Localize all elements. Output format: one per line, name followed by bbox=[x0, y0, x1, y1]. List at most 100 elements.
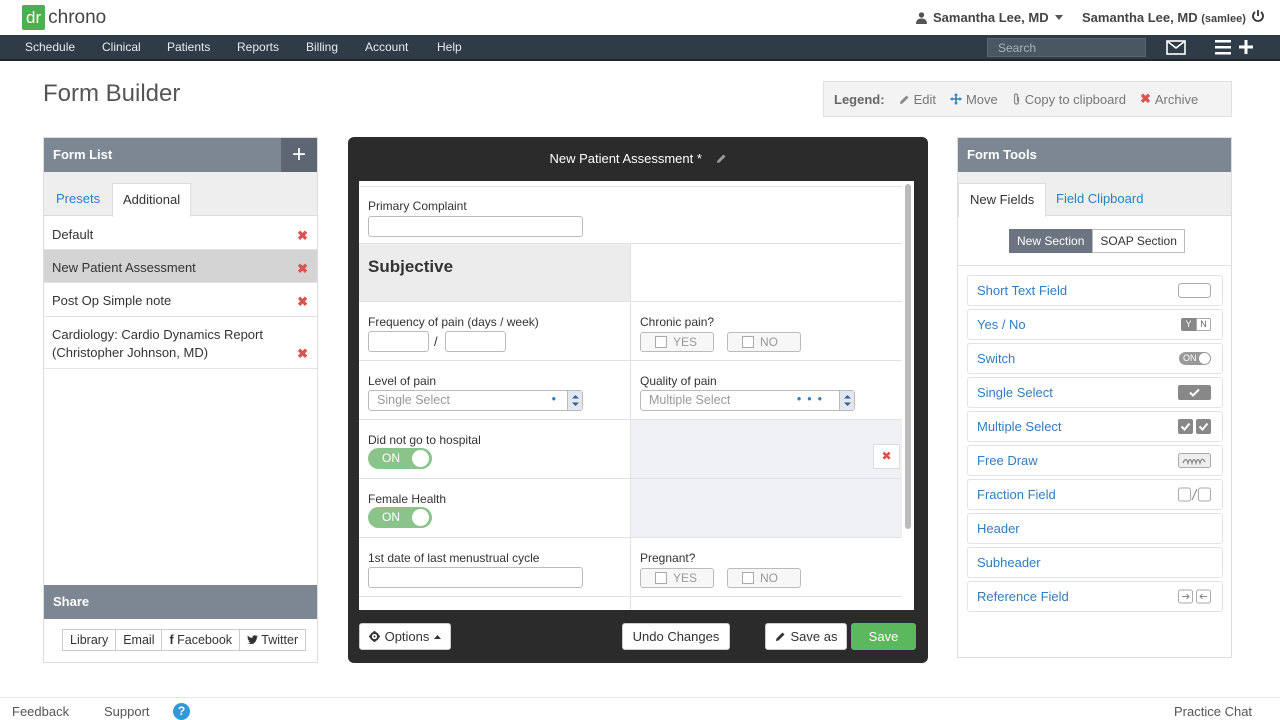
divider bbox=[958, 265, 1231, 266]
tool-short-text-field[interactable]: Short Text Field bbox=[967, 275, 1223, 306]
feedback-link[interactable]: Feedback bbox=[12, 704, 69, 719]
list-item[interactable]: Post Op Simple note ✖ bbox=[44, 283, 317, 317]
form-list-title: Form List bbox=[44, 138, 281, 172]
share-facebook-button[interactable]: f Facebook bbox=[161, 629, 241, 651]
legend-move: Move bbox=[949, 92, 998, 107]
menu-plus-icon[interactable] bbox=[1215, 38, 1253, 56]
undo-changes-button[interactable]: Undo Changes bbox=[622, 623, 730, 650]
form-tools-title: Form Tools bbox=[958, 138, 1231, 172]
nav-schedule[interactable]: Schedule bbox=[25, 40, 75, 54]
select-spinner-icon bbox=[567, 391, 582, 410]
pencil-icon[interactable] bbox=[716, 153, 727, 164]
primary-complaint-label: Primary Complaint bbox=[368, 199, 467, 213]
yes-label: YES bbox=[673, 335, 698, 349]
support-link[interactable]: Support bbox=[104, 704, 150, 719]
delete-x-icon[interactable]: ✖ bbox=[297, 260, 308, 278]
delete-x-icon[interactable]: ✖ bbox=[297, 345, 308, 363]
nav-account[interactable]: Account bbox=[365, 40, 408, 54]
list-item-selected[interactable]: New Patient Assessment ✖ bbox=[44, 250, 317, 283]
gear-icon bbox=[368, 631, 380, 642]
form-tools-tabs: New Fields Field Clipboard bbox=[958, 172, 1231, 217]
share-email-button[interactable]: Email bbox=[115, 629, 163, 651]
switch-on-label: ON bbox=[1183, 353, 1197, 363]
nav-help[interactable]: Help bbox=[437, 40, 462, 54]
level-single-select[interactable]: Single Select • bbox=[368, 390, 583, 411]
primary-complaint-input[interactable] bbox=[368, 216, 583, 237]
nav-billing[interactable]: Billing bbox=[306, 40, 338, 54]
menstrual-date-input[interactable] bbox=[368, 567, 583, 588]
tool-single-select[interactable]: Single Select bbox=[967, 377, 1223, 408]
frequency-denominator-input[interactable] bbox=[445, 331, 506, 352]
top-header: dr chrono Samantha Lee, MD Samantha Lee,… bbox=[0, 0, 1280, 35]
user-menu-label: Samantha Lee, MD bbox=[933, 10, 1049, 25]
tool-multiple-select[interactable]: Multiple Select bbox=[967, 411, 1223, 442]
toggle-knob bbox=[412, 509, 429, 526]
select-spinner-icon bbox=[839, 391, 854, 410]
legend-copy: Copy to clipboard bbox=[1012, 92, 1126, 107]
nav-reports[interactable]: Reports bbox=[237, 40, 279, 54]
practice-chat-link[interactable]: Practice Chat bbox=[1174, 704, 1252, 719]
tool-label: Free Draw bbox=[977, 453, 1038, 468]
footer: Feedback Support ? Practice Chat bbox=[0, 697, 1280, 720]
undo-changes-label: Undo Changes bbox=[632, 629, 720, 644]
list-item[interactable]: Cardiology: Cardio Dynamics Report (Chri… bbox=[44, 317, 317, 369]
scrollbar[interactable] bbox=[905, 184, 911, 529]
user-name: Samantha Lee, MD bbox=[1082, 10, 1198, 25]
delete-x-icon[interactable]: ✖ bbox=[297, 227, 308, 245]
yes-no-y: Y bbox=[1181, 318, 1196, 331]
tab-presets[interactable]: Presets bbox=[46, 183, 110, 217]
frequency-numerator-input[interactable] bbox=[368, 331, 429, 352]
list-item[interactable]: Default ✖ bbox=[44, 217, 317, 250]
form-canvas: Primary Complaint Subjective Frequency o… bbox=[359, 181, 914, 610]
form-row: Subjective bbox=[359, 244, 902, 302]
pregnant-no-checkbox[interactable]: NO bbox=[727, 568, 801, 588]
save-as-button[interactable]: Save as bbox=[765, 623, 847, 650]
female-health-toggle[interactable]: ON bbox=[368, 507, 432, 528]
form-row: Did not go to hospital ON ✖ bbox=[359, 420, 902, 479]
share-library-button[interactable]: Library bbox=[62, 629, 117, 651]
delete-row-button[interactable]: ✖ bbox=[873, 444, 900, 469]
tab-additional[interactable]: Additional bbox=[112, 183, 192, 217]
multiple-select-icon bbox=[1178, 419, 1211, 434]
tool-yes-no[interactable]: Yes / No Y N bbox=[967, 309, 1223, 340]
drchrono-logo[interactable]: dr chrono bbox=[22, 5, 106, 30]
form-tools-panel: Form Tools New Fields Field Clipboard Ne… bbox=[957, 137, 1232, 658]
share-twitter-label: Twitter bbox=[261, 633, 299, 647]
mail-icon[interactable] bbox=[1166, 40, 1186, 55]
tool-fraction-field[interactable]: Fraction Field bbox=[967, 479, 1223, 510]
pregnant-yes-checkbox[interactable]: YES bbox=[640, 568, 714, 588]
tool-subheader[interactable]: Subheader bbox=[967, 547, 1223, 578]
chronic-no-checkbox[interactable]: NO bbox=[727, 332, 801, 352]
logo-dr: dr bbox=[22, 5, 46, 30]
tool-free-draw[interactable]: Free Draw bbox=[967, 445, 1223, 476]
menstrual-label: 1st date of last menustrual cycle bbox=[368, 551, 540, 565]
search-input[interactable]: Search bbox=[987, 38, 1146, 57]
delete-x-icon[interactable]: ✖ bbox=[297, 293, 308, 311]
logo-chrono: chrono bbox=[48, 6, 107, 28]
fraction-separator: / bbox=[434, 334, 438, 349]
nav-patients[interactable]: Patients bbox=[167, 40, 210, 54]
soap-section-button[interactable]: SOAP Section bbox=[1092, 229, 1185, 253]
tool-reference-field[interactable]: Reference Field bbox=[967, 581, 1223, 612]
toggle-knob bbox=[412, 450, 429, 467]
options-button[interactable]: Options bbox=[359, 623, 451, 650]
power-icon[interactable] bbox=[1251, 9, 1265, 23]
tab-new-fields[interactable]: New Fields bbox=[958, 183, 1047, 217]
share-twitter-button[interactable]: Twitter bbox=[239, 629, 307, 651]
toggle-on-label: ON bbox=[382, 451, 400, 465]
hospital-toggle[interactable]: ON bbox=[368, 448, 432, 469]
add-form-button[interactable]: + bbox=[281, 138, 317, 172]
help-icon[interactable]: ? bbox=[173, 703, 190, 720]
tool-header[interactable]: Header bbox=[967, 513, 1223, 544]
subjective-header-cell[interactable]: Subjective bbox=[359, 244, 630, 301]
form-cell: Pregnant? YES NO bbox=[630, 538, 902, 596]
user-menu[interactable]: Samantha Lee, MD bbox=[916, 10, 1063, 25]
list-item-label: New Patient Assessment bbox=[52, 260, 196, 275]
quality-multiple-select[interactable]: Multiple Select ••• bbox=[640, 390, 855, 411]
save-button[interactable]: Save bbox=[851, 623, 916, 650]
nav-clinical[interactable]: Clinical bbox=[102, 40, 141, 54]
tool-switch[interactable]: Switch ON bbox=[967, 343, 1223, 374]
tab-field-clipboard[interactable]: Field Clipboard bbox=[1045, 183, 1154, 217]
chronic-yes-checkbox[interactable]: YES bbox=[640, 332, 714, 352]
new-section-button[interactable]: New Section bbox=[1009, 229, 1093, 253]
